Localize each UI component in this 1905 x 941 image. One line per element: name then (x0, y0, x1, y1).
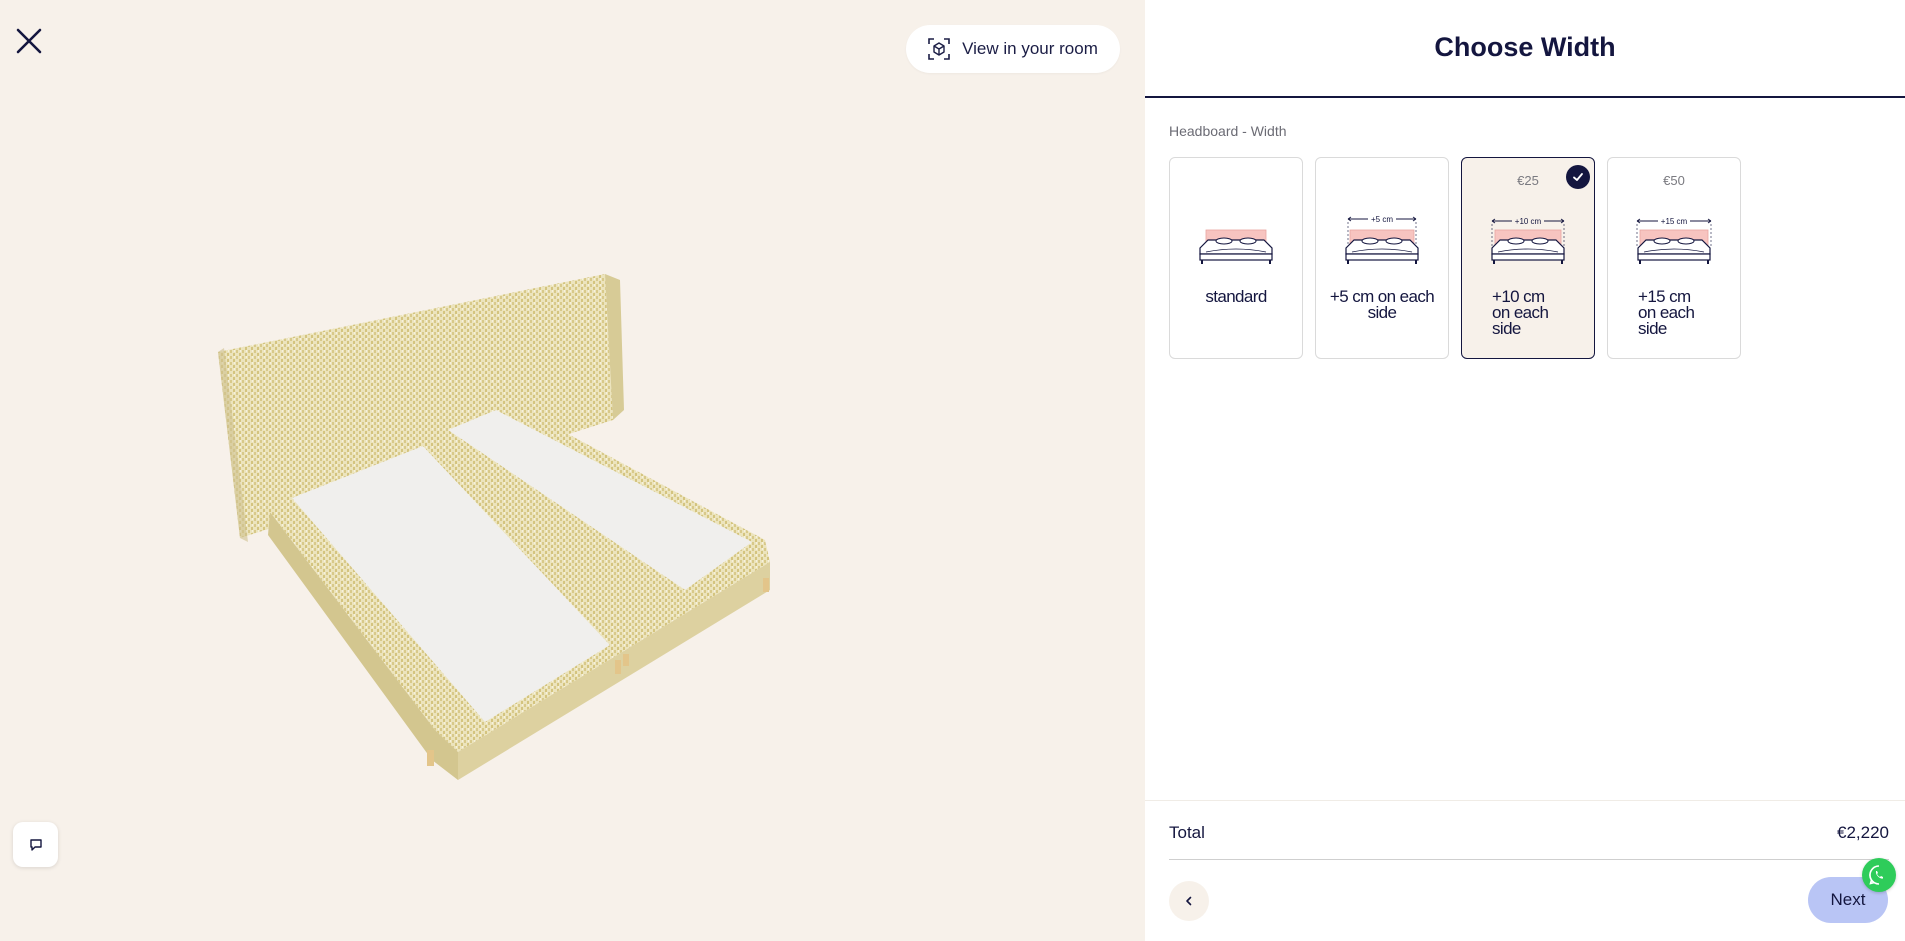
bed-width-illustration: +5 cm (1345, 215, 1419, 264)
whatsapp-button[interactable] (1862, 858, 1896, 892)
close-icon (16, 28, 42, 54)
dimension-label: +10 cm (1515, 217, 1542, 226)
chat-button[interactable] (13, 822, 58, 867)
chat-icon (29, 838, 42, 851)
view-in-room-label: View in your room (962, 39, 1098, 58)
width-option-standard[interactable]: standard (1169, 157, 1303, 359)
option-price: €50 (1663, 173, 1685, 188)
bed-width-illustration: +15 cm (1636, 217, 1712, 264)
width-options: standard +5 cm +5 cm on each side €25 +1… (1169, 157, 1741, 359)
selected-badge (1566, 165, 1590, 189)
check-icon (1573, 173, 1583, 181)
dimension-label: +15 cm (1661, 217, 1688, 226)
page-title: Choose Width (1434, 31, 1616, 62)
chevron-left-icon (1186, 896, 1192, 906)
width-option-plus-15[interactable]: €50 +15 cm +15 cm on each side (1607, 157, 1741, 359)
option-label: standard (1205, 287, 1267, 306)
ar-cube-icon (928, 38, 950, 60)
total-value: €2,220 (1837, 823, 1889, 842)
width-option-plus-10[interactable]: €25 +10 cm +10 cm on each side (1461, 157, 1595, 359)
close-button[interactable] (12, 24, 46, 58)
option-label: +15 cm on each side (1638, 287, 1695, 338)
product-viewer[interactable]: View in your room (0, 0, 1145, 940)
panel-header: Choose Width (1145, 0, 1905, 98)
width-option-plus-5[interactable]: +5 cm +5 cm on each side (1315, 157, 1449, 359)
bed-width-illustration (1199, 229, 1273, 264)
bed-3d-render[interactable] (200, 260, 960, 910)
option-label: +10 cm on each side (1492, 287, 1549, 338)
total-row: Total €2,220 (1169, 823, 1889, 843)
whatsapp-icon (1869, 865, 1883, 885)
section-label: Headboard - Width (1169, 123, 1287, 139)
view-in-room-button[interactable]: View in your room (906, 25, 1120, 73)
configurator-panel: Choose Width Headboard - Width standard … (1145, 0, 1905, 941)
option-label: +5 cm on each side (1329, 287, 1435, 322)
back-button[interactable] (1169, 881, 1209, 921)
divider (1169, 859, 1889, 860)
total-label: Total (1169, 823, 1205, 842)
footer: Total €2,220 Next (1145, 800, 1905, 941)
dimension-label: +5 cm (1371, 215, 1393, 224)
bed-width-illustration: +10 cm (1491, 217, 1565, 264)
